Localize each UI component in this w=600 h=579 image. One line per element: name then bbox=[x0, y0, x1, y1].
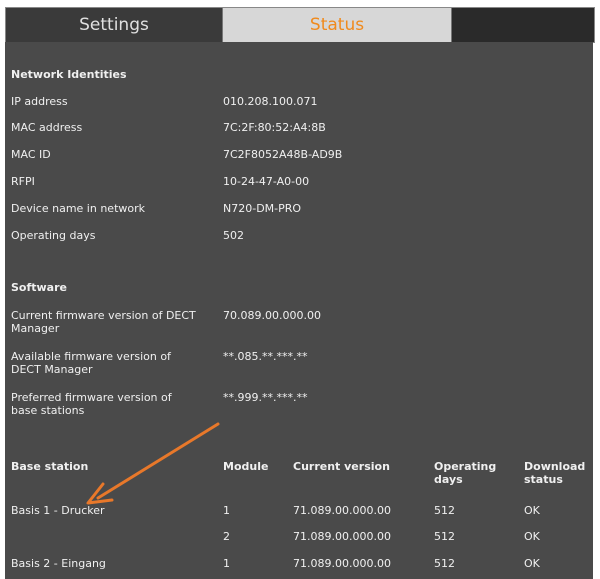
col-header-operating-days: Operating days bbox=[434, 460, 497, 486]
col-header-base-station: Base station bbox=[11, 460, 89, 473]
value-available-firmware: **.085.**.***.** bbox=[223, 350, 308, 363]
table-row-1-days: 512 bbox=[434, 504, 455, 517]
value-current-firmware: 70.089.00.000.00 bbox=[223, 309, 321, 322]
col-header-module: Module bbox=[223, 460, 269, 473]
value-ip-address: 010.208.100.071 bbox=[223, 95, 318, 108]
table-row-1-station: Basis 1 - Drucker bbox=[11, 504, 105, 517]
table-row-3-station: Basis 2 - Eingang bbox=[11, 557, 106, 570]
label-preferred-firmware: Preferred firmware version of base stati… bbox=[11, 391, 172, 417]
label-operating-days: Operating days bbox=[11, 229, 96, 242]
table-row-1-module: 1 bbox=[223, 504, 230, 517]
tab-bar: Settings Status bbox=[5, 7, 595, 43]
table-row-3-status: OK bbox=[524, 557, 540, 570]
table-row-1-status: OK bbox=[524, 504, 540, 517]
label-mac-address: MAC address bbox=[11, 121, 83, 134]
tab-settings[interactable]: Settings bbox=[6, 8, 223, 42]
value-mac-id: 7C2F8052A48B-AD9B bbox=[223, 148, 343, 161]
status-page: Settings Status Network Identities IP ad… bbox=[0, 0, 600, 579]
label-current-firmware: Current firmware version of DECT Manager bbox=[11, 309, 196, 335]
tab-status[interactable]: Status bbox=[223, 8, 452, 42]
section-heading-software: Software bbox=[11, 281, 67, 294]
value-device-name: N720-DM-PRO bbox=[223, 202, 302, 215]
label-mac-id: MAC ID bbox=[11, 148, 51, 161]
table-row-2-days: 512 bbox=[434, 530, 455, 543]
table-row-2-version: 71.089.00.000.00 bbox=[293, 530, 391, 543]
table-row-3-module: 1 bbox=[223, 557, 230, 570]
label-rfpi: RFPI bbox=[11, 175, 35, 188]
table-row-2-status: OK bbox=[524, 530, 540, 543]
label-ip-address: IP address bbox=[11, 95, 68, 108]
value-preferred-firmware: **.999.**.***.** bbox=[223, 391, 308, 404]
label-available-firmware: Available firmware version of DECT Manag… bbox=[11, 350, 171, 376]
tab-bar-filler bbox=[452, 8, 594, 42]
status-panel: Network Identities IP address 010.208.10… bbox=[5, 42, 593, 579]
value-mac-address: 7C:2F:80:52:A4:8B bbox=[223, 121, 326, 134]
value-operating-days: 502 bbox=[223, 229, 244, 242]
table-row-3-days: 512 bbox=[434, 557, 455, 570]
table-row-3-version: 71.089.00.000.00 bbox=[293, 557, 391, 570]
section-heading-network: Network Identities bbox=[11, 68, 127, 81]
table-row-2-module: 2 bbox=[223, 530, 230, 543]
label-device-name: Device name in network bbox=[11, 202, 146, 215]
value-rfpi: 10-24-47-A0-00 bbox=[223, 175, 310, 188]
col-header-download-status: Download status bbox=[524, 460, 586, 486]
table-row-1-version: 71.089.00.000.00 bbox=[293, 504, 391, 517]
col-header-current-version: Current version bbox=[293, 460, 390, 473]
